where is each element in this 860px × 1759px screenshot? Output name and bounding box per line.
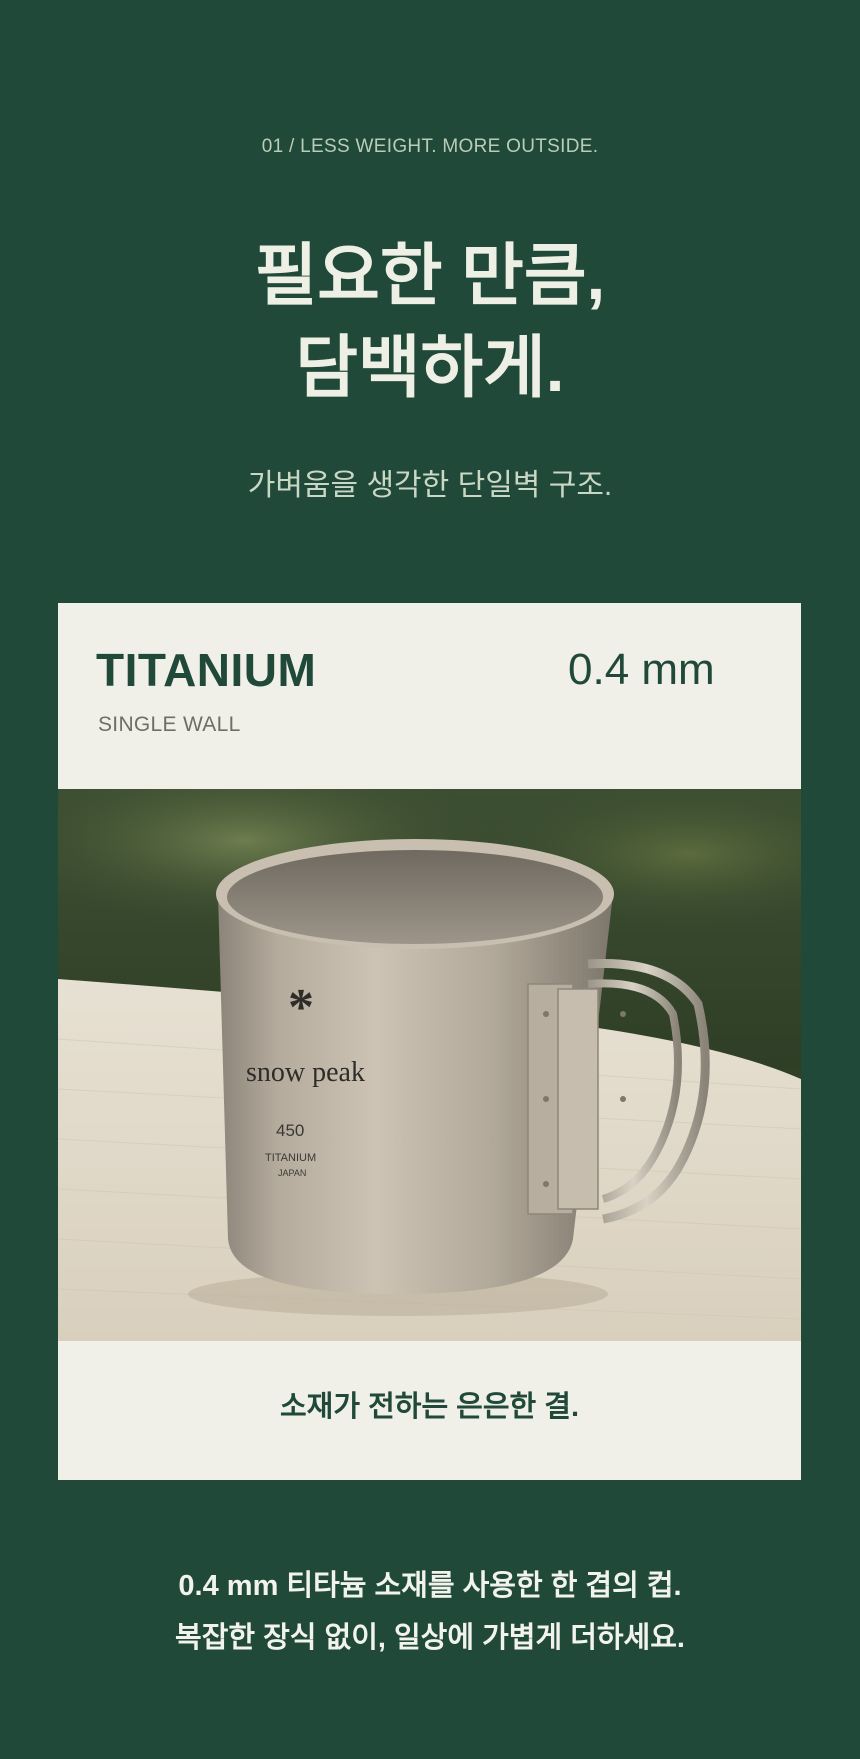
structure-label: SINGLE WALL	[98, 713, 241, 736]
mug-brand-text: snow peak	[246, 1057, 365, 1088]
thickness-value: 0.4 mm	[568, 645, 715, 694]
footer-copy: 0.4 mm 티타늄 소재를 사용한 한 겹의 컵. 복잡한 장식 없이, 일상…	[0, 1560, 860, 1664]
brand-logo-mark: *	[288, 979, 314, 1036]
footer-line-2: 복잡한 장식 없이, 일상에 가볍게 더하세요.	[175, 1622, 685, 1654]
spec-card: TITANIUM SINGLE WALL 0.4 mm * snow peak …	[58, 603, 801, 1480]
material-title: TITANIUM	[96, 644, 317, 696]
mug-capacity-text: 450	[276, 1121, 304, 1140]
product-photo: * snow peak 450 TITANIUM JAPAN	[58, 789, 801, 1341]
footer-line-1: 0.4 mm 티타늄 소재를 사용한 한 겹의 컵.	[178, 1570, 682, 1602]
headline-line-1: 필요한 만큼,	[254, 238, 606, 314]
mug-material-text: TITANIUM	[265, 1152, 316, 1164]
headline-line-2: 담백하게.	[295, 330, 565, 406]
headline: 필요한 만큼, 담백하게.	[0, 230, 860, 414]
section-eyebrow: 01 / LESS WEIGHT. MORE OUTSIDE.	[261, 136, 599, 157]
subhead: 가벼움을 생각한 단일벽 구조.	[247, 469, 613, 502]
mug-origin-text: JAPAN	[278, 1168, 306, 1178]
card-caption: 소재가 전하는 은은한 결.	[279, 1391, 580, 1423]
